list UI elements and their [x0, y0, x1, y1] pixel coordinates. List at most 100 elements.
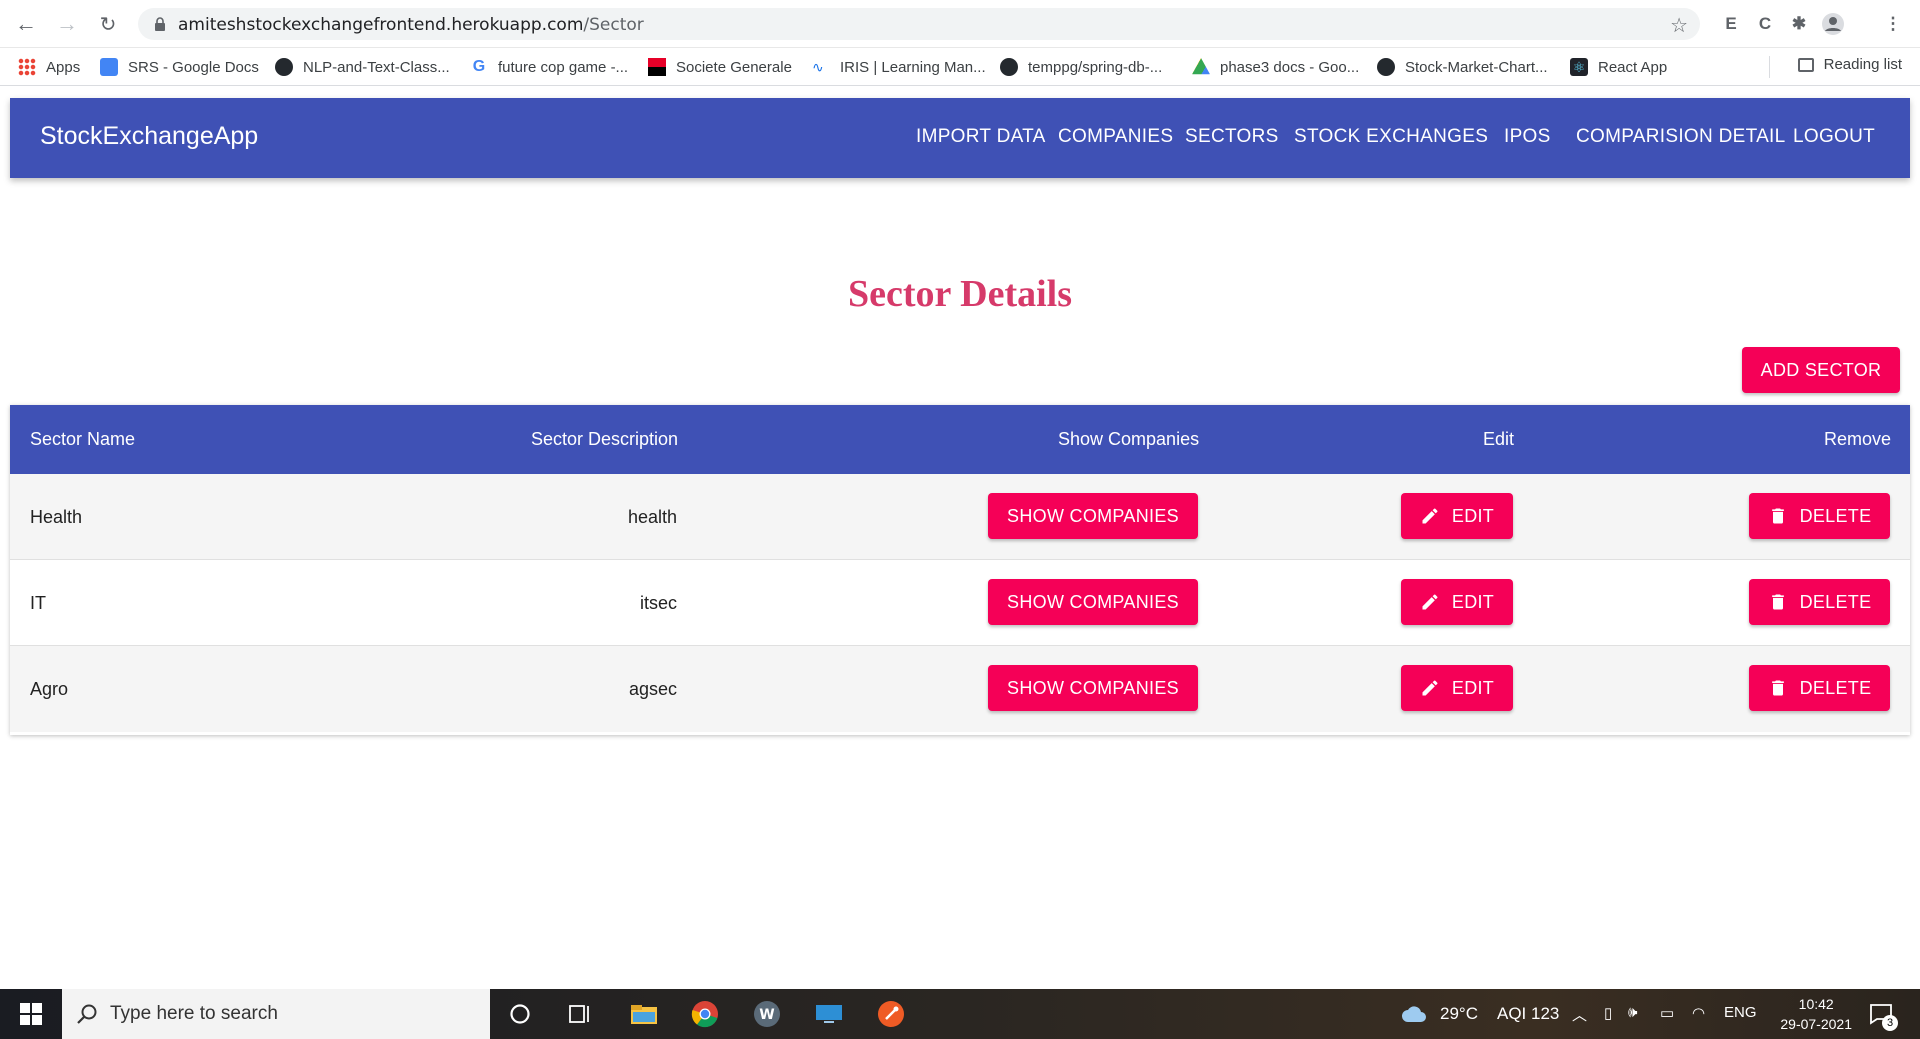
svg-text:W: W	[759, 1007, 774, 1023]
show-companies-button[interactable]: SHOW COMPANIES	[988, 579, 1198, 625]
forward-icon[interactable]: →	[53, 10, 81, 38]
file-explorer-icon[interactable]	[628, 999, 660, 1029]
google-icon: G	[472, 58, 486, 75]
profile-avatar-icon[interactable]	[1820, 11, 1846, 37]
github-icon	[1000, 58, 1018, 76]
browser-toolbar: ← → ↻ amiteshstockexchangefrontend.herok…	[0, 0, 1920, 48]
back-icon[interactable]: ←	[12, 10, 40, 38]
table-row: Health health SHOW COMPANIES EDIT DELETE	[10, 474, 1910, 560]
table-header: Sector Name Sector Description Show Comp…	[10, 405, 1910, 474]
brand-title[interactable]: StockExchangeApp	[40, 122, 258, 151]
table-row: IT itsec SHOW COMPANIES EDIT DELETE	[10, 560, 1910, 646]
bookmark-phase3-docs[interactable]: phase3 docs - Goo...	[1192, 56, 1359, 78]
sector-table: Sector Name Sector Description Show Comp…	[10, 405, 1910, 735]
pencil-icon	[1422, 508, 1438, 524]
extensions-puzzle-icon[interactable]: ✱	[1786, 11, 1812, 37]
sector-description-cell: health	[627, 507, 677, 527]
bookmark-apps[interactable]: Apps	[18, 56, 80, 78]
address-bar[interactable]: amiteshstockexchangefrontend.herokuapp.c…	[138, 8, 1700, 40]
postman-icon[interactable]	[876, 999, 906, 1029]
notification-count: 3	[1882, 1015, 1898, 1031]
extension-e-icon[interactable]: E	[1718, 11, 1744, 37]
cortana-icon[interactable]	[505, 999, 535, 1029]
clock-date: 29-07-2021	[1780, 1016, 1852, 1032]
bookmark-temppg[interactable]: temppg/spring-db-...	[1000, 56, 1162, 78]
extension-c-icon[interactable]: C	[1752, 11, 1778, 37]
language-indicator[interactable]: ENG	[1724, 1004, 1757, 1021]
edit-button[interactable]: EDIT	[1401, 579, 1513, 625]
bookmark-iris[interactable]: ∿ IRIS | Learning Man...	[812, 56, 986, 78]
trash-icon	[1771, 508, 1784, 524]
browser-menu-icon[interactable]: ⋮	[1880, 11, 1906, 37]
add-sector-label: ADD SECTOR	[1760, 359, 1882, 380]
battery-icon[interactable]: ▭	[1660, 1004, 1674, 1022]
taskbar-clock[interactable]: 10:42 29-07-2021	[1780, 994, 1852, 1034]
bookmarks-bar: Apps SRS - Google Docs NLP-and-Text-Clas…	[0, 48, 1920, 86]
bookmark-label: Apps	[46, 58, 81, 76]
bookmark-react-app[interactable]: ⚛ React App	[1570, 56, 1667, 78]
weather-cloud-icon[interactable]	[1400, 999, 1428, 1029]
delete-label: DELETE	[1799, 591, 1872, 612]
nav-sectors[interactable]: SECTORS	[1185, 126, 1279, 148]
react-icon: ⚛	[1570, 58, 1588, 76]
column-header-show-companies: Show Companies	[1058, 429, 1200, 449]
edit-button[interactable]: EDIT	[1401, 665, 1513, 711]
bookmark-future-cop[interactable]: G future cop game -...	[470, 56, 628, 78]
task-view-icon[interactable]	[565, 999, 595, 1029]
sector-name-cell: Agro	[30, 679, 69, 699]
sector-description-cell: itsec	[639, 593, 677, 613]
delete-button[interactable]: DELETE	[1749, 665, 1890, 711]
edit-button[interactable]: EDIT	[1401, 493, 1513, 539]
windows-start-icon[interactable]	[16, 999, 46, 1029]
nav-companies[interactable]: COMPANIES	[1058, 126, 1173, 148]
bookmark-label: Stock-Market-Chart...	[1405, 58, 1548, 76]
page-title: Sector Details	[847, 273, 1073, 315]
notification-center-icon[interactable]: 3	[1866, 999, 1898, 1031]
edit-label: EDIT	[1451, 677, 1495, 698]
chrome-icon[interactable]	[690, 999, 720, 1029]
bookmark-label: future cop game -...	[498, 58, 629, 76]
air-quality-index[interactable]: AQI 123	[1497, 1004, 1559, 1024]
wifi-icon[interactable]: ◠	[1692, 1004, 1705, 1022]
pencil-icon	[1422, 680, 1438, 696]
bookmark-label: IRIS | Learning Man...	[840, 58, 986, 76]
bookmark-label: SRS - Google Docs	[128, 58, 259, 76]
search-placeholder: Type here to search	[110, 1003, 278, 1024]
delete-button[interactable]: DELETE	[1749, 579, 1890, 625]
add-sector-button[interactable]: ADD SECTOR	[1742, 347, 1900, 393]
reload-icon[interactable]: ↻	[94, 10, 122, 38]
app-navbar: StockExchangeApp IMPORT DATA COMPANIES S…	[10, 98, 1910, 178]
bookmark-label: phase3 docs - Goo...	[1220, 58, 1360, 76]
weather-temperature[interactable]: 29°C	[1440, 1004, 1478, 1024]
taskbar-search-box[interactable]: Type here to search	[62, 989, 490, 1039]
nav-ipos[interactable]: IPOS	[1504, 126, 1551, 148]
battery-saver-icon[interactable]: ▯	[1604, 1004, 1612, 1022]
bookmark-star-icon[interactable]: ☆	[1670, 13, 1688, 38]
column-header-remove: Remove	[1824, 429, 1892, 449]
nav-import-data[interactable]: IMPORT DATA	[916, 126, 1046, 148]
bookmark-societe-generale[interactable]: Societe Generale	[648, 56, 792, 78]
bookmark-stock-market-chart[interactable]: Stock-Market-Chart...	[1377, 56, 1548, 78]
show-companies-label: SHOW COMPANIES	[1007, 677, 1179, 698]
delete-button[interactable]: DELETE	[1749, 493, 1890, 539]
chevron-up-icon[interactable]: ︿	[1572, 1004, 1587, 1025]
sector-name-cell: Health	[30, 507, 83, 527]
pencil-icon	[1422, 594, 1438, 610]
reading-list-button[interactable]: Reading list	[1797, 56, 1902, 73]
iris-icon: ∿	[812, 59, 824, 75]
show-companies-button[interactable]: SHOW COMPANIES	[988, 493, 1198, 539]
delete-label: DELETE	[1799, 505, 1872, 526]
nav-stock-exchanges[interactable]: STOCK EXCHANGES	[1294, 126, 1488, 148]
windows-taskbar: Type here to search W 29°C AQI 123 ︿ ▯ 🕪…	[0, 989, 1920, 1039]
writer-app-icon[interactable]: W	[752, 999, 782, 1029]
desktop-app-icon[interactable]	[814, 999, 844, 1029]
nav-logout[interactable]: LOGOUT	[1793, 126, 1875, 148]
table-row: Agro agsec SHOW COMPANIES EDIT DELETE	[10, 646, 1910, 732]
bookmark-nlp[interactable]: NLP-and-Text-Class...	[275, 56, 450, 78]
volume-icon[interactable]: 🕪	[1628, 1004, 1637, 1021]
bookmark-srs[interactable]: SRS - Google Docs	[100, 56, 259, 78]
nav-comparision-detail[interactable]: COMPARISION DETAIL	[1576, 126, 1786, 148]
clock-time: 10:42	[1798, 996, 1834, 1012]
bookmarks-divider	[1769, 56, 1770, 78]
show-companies-button[interactable]: SHOW COMPANIES	[988, 665, 1198, 711]
